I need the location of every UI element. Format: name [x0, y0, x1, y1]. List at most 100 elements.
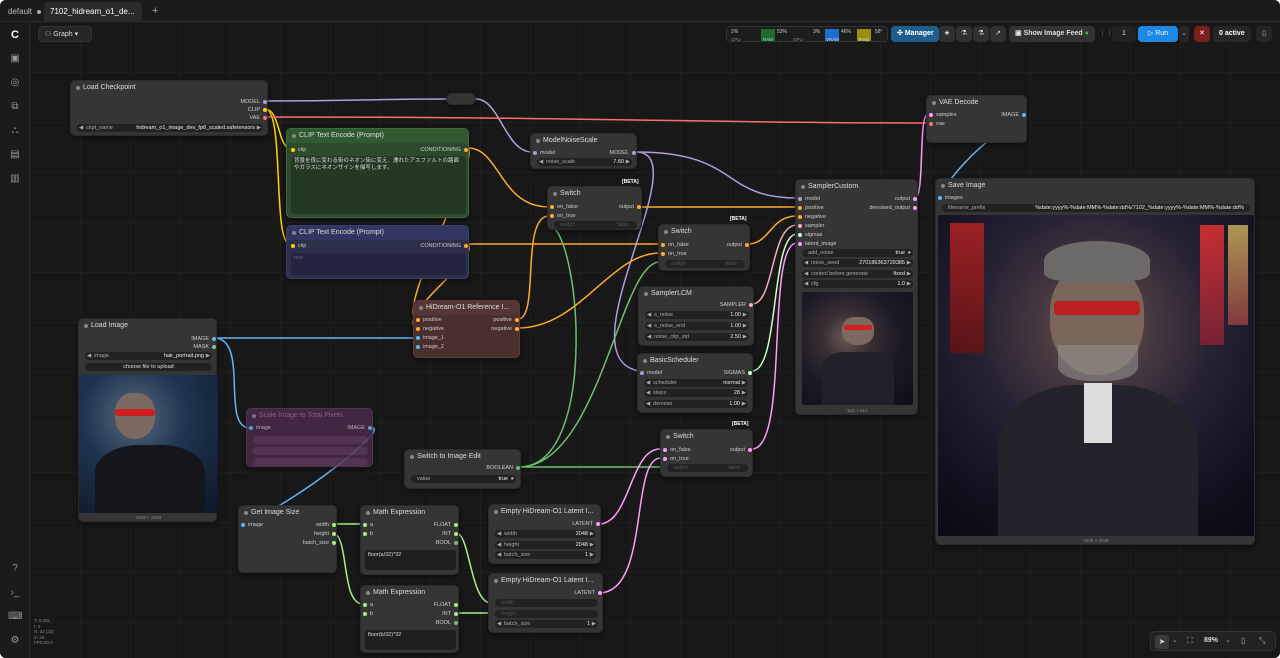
- expression-textarea[interactable]: floor(b/32)*32: [365, 630, 456, 650]
- input-clip[interactable]: clip: [291, 146, 306, 154]
- ckpt-name-combo[interactable]: ◀ ckpt_name hidream_o1_image_dev_fp8_scal…: [77, 124, 263, 132]
- node-hidream-reference[interactable]: HiDream-O1 Reference I... positive negat…: [413, 300, 520, 358]
- input-a[interactable]: a: [363, 601, 373, 609]
- input-on-true[interactable]: on_true: [661, 250, 687, 258]
- node-title[interactable]: SamplerCustom: [796, 180, 917, 194]
- zoom-level[interactable]: 89%: [1204, 637, 1218, 644]
- output-conditioning[interactable]: CONDITIONING: [420, 242, 468, 250]
- node-title[interactable]: BasicScheduler: [638, 354, 752, 368]
- node-model-noise-scale[interactable]: ModelNoiseScale model MODEL ◀ noise_scal…: [530, 133, 637, 169]
- reroute-node[interactable]: [446, 93, 476, 105]
- prompt-textarea[interactable]: text: [291, 253, 466, 275]
- height-number[interactable]: ◀ height 2048 ▶: [495, 541, 596, 549]
- input-on-false[interactable]: on_false: [550, 203, 578, 211]
- input-on-true[interactable]: on_true: [663, 455, 689, 463]
- input-image[interactable]: image: [249, 424, 271, 432]
- s-noise-number[interactable]: ◀ s_noise 1.00 ▶: [645, 311, 749, 319]
- input-latent-image[interactable]: latent_image: [798, 240, 837, 248]
- input-image-1[interactable]: image_1: [416, 334, 444, 342]
- input-model[interactable]: model: [640, 369, 662, 377]
- star-icon[interactable]: ★: [939, 26, 955, 42]
- node-title[interactable]: SamplerLCM: [639, 287, 753, 301]
- input-on-false[interactable]: on_false: [661, 241, 689, 249]
- output-sampler[interactable]: SAMPLER: [720, 301, 753, 309]
- node-empty-latent-2[interactable]: Empty HiDream-O1 Latent I... LATENT widt…: [488, 573, 603, 633]
- output-height[interactable]: height: [314, 530, 336, 538]
- comfy-logo-icon[interactable]: C: [8, 28, 22, 42]
- output-float[interactable]: FLOAT: [434, 601, 458, 609]
- output[interactable]: output: [730, 446, 752, 454]
- output-int[interactable]: INT: [442, 530, 458, 538]
- noise-clip-std-number[interactable]: ◀ noise_clip_std 2.50 ▶: [645, 333, 749, 341]
- output-bool[interactable]: BOOL: [436, 619, 458, 627]
- node-title[interactable]: Get Image Size: [239, 506, 336, 520]
- output-width[interactable]: width: [316, 521, 336, 529]
- input-model[interactable]: model: [798, 195, 820, 203]
- output[interactable]: output: [619, 203, 641, 211]
- node-switch-to-image-edit[interactable]: Switch to Image Edit BOOLEAN value true ●: [404, 449, 521, 489]
- output[interactable]: output: [727, 241, 749, 249]
- active-queue-button[interactable]: 0 active: [1213, 26, 1251, 42]
- node-library-icon[interactable]: ⧉: [8, 100, 22, 114]
- node-save-image[interactable]: Save Image images filename_prefix %date:y…: [935, 178, 1255, 545]
- run-button[interactable]: ▷ Run: [1138, 26, 1178, 42]
- s-noise-end-number[interactable]: ◀ s_noise_end 1.00 ▶: [645, 322, 749, 330]
- node-title[interactable]: Empty HiDream-O1 Latent I...: [489, 505, 600, 519]
- noise-scale-number[interactable]: ◀ noise_scale 7.60 ▶: [537, 158, 632, 166]
- node-get-image-size[interactable]: Get Image Size image width height batch_…: [238, 505, 337, 573]
- node-title[interactable]: VAE Decode: [927, 96, 1026, 110]
- width-number[interactable]: ◀ width 2048 ▶: [495, 530, 596, 538]
- node-clip-text-encode-positive[interactable]: CLIP Text Encode (Prompt) clip CONDITION…: [286, 128, 469, 218]
- input-image-preview[interactable]: [79, 375, 218, 513]
- output-image[interactable]: IMAGE: [191, 335, 216, 343]
- input-on-true[interactable]: on_true: [550, 212, 576, 220]
- resolution-steps-number[interactable]: [253, 458, 368, 466]
- add-noise-toggle[interactable]: add_noise true ●: [802, 249, 913, 257]
- output-mask[interactable]: MASK: [193, 343, 216, 351]
- control-before-generate-combo[interactable]: ◀ control before generate fixed ▶: [802, 270, 913, 278]
- input-sigmas[interactable]: sigmas: [798, 231, 822, 239]
- prompt-textarea[interactable]: 背景を夜に変わる街のネオン街に変え、濡れたアスファルトの路面やガラスにネオンサイ…: [291, 156, 466, 214]
- cfg-number[interactable]: ◀ cfg 1.0 ▶: [802, 280, 913, 288]
- node-math-expression-1[interactable]: Math Expression a b FLOAT INT BOOL floor…: [360, 505, 459, 575]
- zoom-chevron-icon[interactable]: ⌄: [1225, 636, 1231, 644]
- drag-handle-icon[interactable]: ⋮⋮: [1099, 26, 1113, 42]
- help-icon[interactable]: ?: [8, 562, 22, 576]
- node-switch-1[interactable]: Switch on_false on_true output switch fal…: [547, 186, 642, 230]
- output-float[interactable]: FLOAT: [434, 521, 458, 529]
- node-title[interactable]: ModelNoiseScale: [531, 134, 636, 148]
- terminal-icon[interactable]: ›_: [8, 586, 22, 600]
- panel-toggle-icon[interactable]: ▯: [1256, 26, 1272, 42]
- new-tab-plus-icon[interactable]: +: [146, 2, 164, 21]
- node-vae-decode[interactable]: VAE Decode samples vae IMAGE: [926, 95, 1027, 143]
- node-title[interactable]: CLIP Text Encode (Prompt): [287, 226, 468, 240]
- manager-button[interactable]: ✣ Manager: [891, 26, 939, 42]
- node-math-expression-2[interactable]: Math Expression a b FLOAT INT BOOL floor…: [360, 585, 459, 653]
- width-input-linked[interactable]: width: [495, 599, 598, 607]
- tab-default[interactable]: default: [2, 2, 47, 21]
- input-samples[interactable]: samples: [929, 111, 956, 119]
- node-switch-2[interactable]: Switch on_false on_true output switch fal…: [658, 224, 750, 271]
- input-on-false[interactable]: on_false: [663, 446, 691, 454]
- node-load-checkpoint[interactable]: Load Checkpoint MODEL CLIP VAE ◀ ckpt_na…: [70, 80, 268, 136]
- images-icon[interactable]: ▣: [8, 52, 22, 66]
- graph-menu-button[interactable]: ⚇ Graph ▾: [38, 26, 92, 42]
- output-latent[interactable]: LATENT: [572, 520, 600, 528]
- input-image[interactable]: image: [241, 521, 263, 529]
- node-title[interactable]: Load Image: [79, 319, 216, 333]
- switch-toggle[interactable]: switch false: [665, 260, 745, 268]
- node-basic-scheduler[interactable]: BasicScheduler model SIGMAS ◀ scheduler n…: [637, 353, 753, 413]
- share-icon[interactable]: ↗: [990, 26, 1006, 42]
- output-clip[interactable]: CLIP: [248, 106, 267, 114]
- cancel-icon[interactable]: ✕: [1194, 26, 1210, 42]
- input-positive[interactable]: positive: [416, 316, 442, 324]
- node-title[interactable]: Math Expression: [361, 506, 458, 520]
- flask-up-icon[interactable]: ⚗: [973, 26, 989, 42]
- output-model[interactable]: MODEL: [609, 149, 636, 157]
- node-title[interactable]: CLIP Text Encode (Prompt): [287, 129, 468, 143]
- input-vae[interactable]: vae: [929, 120, 945, 128]
- node-title[interactable]: Switch: [661, 430, 752, 444]
- input-a[interactable]: a: [363, 521, 373, 529]
- input-positive[interactable]: positive: [798, 204, 824, 212]
- switch-toggle[interactable]: switch false: [554, 221, 637, 229]
